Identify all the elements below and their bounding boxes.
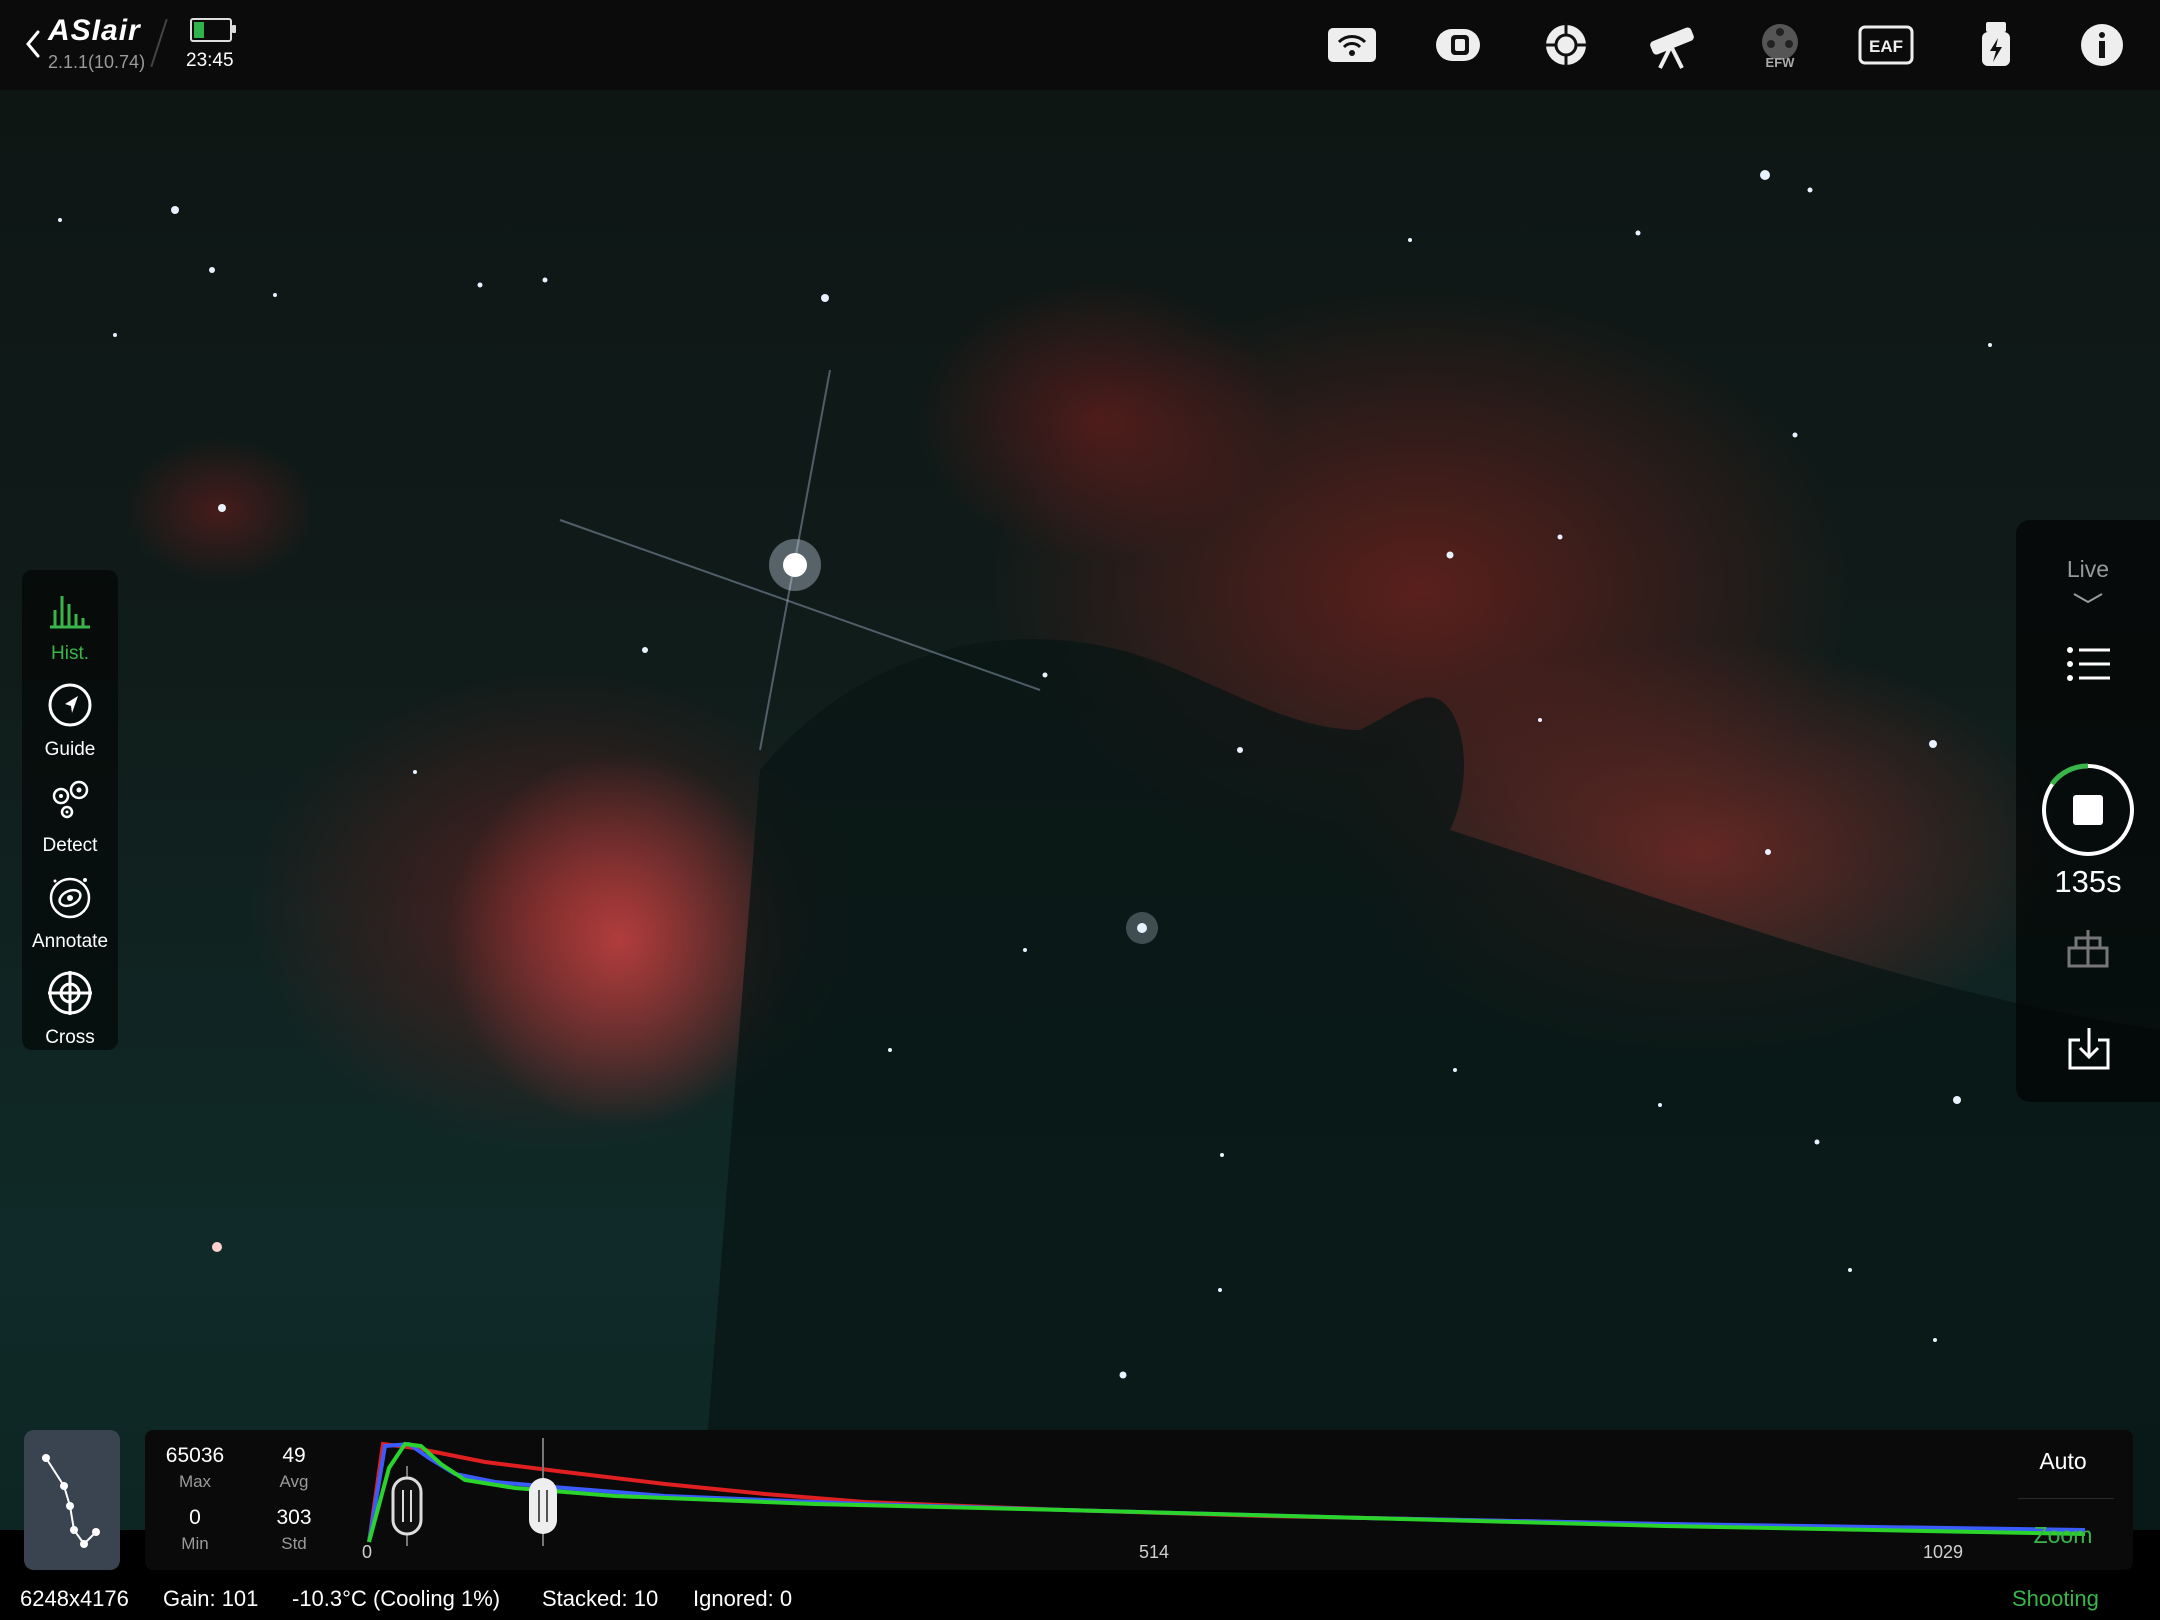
stat-max: 65036 Max (150, 1444, 240, 1492)
zoom-button[interactable]: Zoom (1990, 1522, 2136, 1549)
stat-std: 303 Std (249, 1506, 339, 1554)
top-bar: ASIair 2.1.1(10.74) 23:45 EFW EAF (0, 0, 2160, 90)
midtone-handle[interactable] (529, 1478, 557, 1534)
usb-power-icon[interactable] (1968, 18, 2024, 72)
tool-label: Hist. (51, 643, 89, 664)
astro-image[interactable] (0, 90, 2160, 1530)
stat-value: 303 (276, 1506, 312, 1529)
tool-label: Detect (42, 835, 98, 856)
histogram-panel: 65036 Max 49 Avg 0 Min 303 Std 0 514 102… (145, 1430, 2133, 1570)
tool-label: Annotate (31, 931, 109, 952)
gain-readout: Gain: 101 (163, 1586, 259, 1611)
tool-detect[interactable]: Detect (22, 776, 118, 857)
battery-icon (190, 18, 236, 42)
app-version: 2.1.1(10.74) (48, 52, 146, 72)
image-tools-panel: Hist. Guide Detect Annotate Cross (22, 570, 118, 1050)
app-brand: ASIair (48, 14, 141, 47)
clock: 23:45 (186, 50, 234, 71)
capture-control-panel: Live 135s (2016, 520, 2160, 1102)
constellation-icon (42, 1454, 100, 1548)
axis-label-min: 0 (362, 1542, 373, 1562)
black-point-handle[interactable] (391, 1476, 423, 1536)
camera-icon[interactable] (1430, 18, 1486, 72)
galaxy-icon (49, 877, 91, 919)
divider (2018, 1498, 2114, 1499)
stat-value: 65036 (165, 1444, 225, 1467)
stat-avg: 49 Avg (249, 1444, 339, 1492)
histogram-plot[interactable] (365, 1438, 2095, 1550)
tool-guide[interactable]: Guide (22, 680, 118, 761)
axis-label-mid: 514 (1139, 1542, 1170, 1562)
status-bar: 6248x4176 Gain: 101 -10.3°C (Cooling 1%)… (0, 1578, 2160, 1620)
stat-key: Max (178, 1472, 212, 1491)
stat-value: 49 (282, 1444, 306, 1467)
tool-histogram[interactable]: Hist. (22, 584, 118, 665)
sky-map-thumbnail[interactable] (24, 1430, 120, 1570)
mode-selector[interactable]: Live (2016, 556, 2160, 583)
stat-key: Min (181, 1534, 209, 1553)
ignored-count: Ignored: 0 (693, 1586, 793, 1611)
stop-capture-button[interactable] (2040, 762, 2136, 858)
guide-camera-icon[interactable] (1538, 18, 1594, 72)
stat-key: Avg (279, 1472, 309, 1491)
axis-label-max: 1029 (1923, 1542, 1964, 1562)
save-image-icon[interactable] (2066, 1026, 2112, 1072)
back-chevron-icon[interactable] (22, 26, 44, 62)
exposure-time: 135s (2054, 864, 2122, 899)
histogram-icon (50, 596, 90, 629)
star-detect-icon (52, 780, 89, 819)
chevron-down-icon[interactable] (2072, 592, 2104, 604)
efw-label: EFW (1766, 55, 1796, 70)
telescope-icon[interactable] (1644, 18, 1700, 72)
efw-icon[interactable]: EFW (1752, 18, 1808, 72)
resolution-readout: 6248x4176 (20, 1586, 129, 1611)
tool-label: Guide (44, 739, 96, 760)
tool-label: Cross (45, 1027, 95, 1048)
crosshair-icon (48, 971, 92, 1015)
eaf-icon[interactable]: EAF (1858, 18, 1914, 72)
header-divider (150, 18, 168, 68)
wifi-icon[interactable] (1324, 18, 1380, 72)
calibration-icon[interactable] (2066, 926, 2110, 970)
tool-cross[interactable]: Cross (22, 968, 118, 1049)
horsehead-dark-nebula (700, 639, 2160, 1530)
temperature-readout: -10.3°C (Cooling 1%) (292, 1586, 501, 1611)
stat-key: Std (281, 1534, 307, 1553)
nebula-overlay (58, 170, 2160, 1530)
eaf-label: EAF (1869, 37, 1903, 56)
auto-stretch-button[interactable]: Auto (1990, 1448, 2136, 1475)
info-icon[interactable] (2074, 18, 2130, 72)
stacked-count: Stacked: 10 (542, 1586, 659, 1611)
tool-annotate[interactable]: Annotate (22, 872, 118, 953)
shooting-status: Shooting (2012, 1586, 2099, 1611)
list-icon[interactable] (2066, 646, 2112, 682)
stat-min: 0 Min (150, 1506, 240, 1554)
stat-value: 0 (189, 1506, 201, 1529)
compass-icon (48, 683, 92, 727)
